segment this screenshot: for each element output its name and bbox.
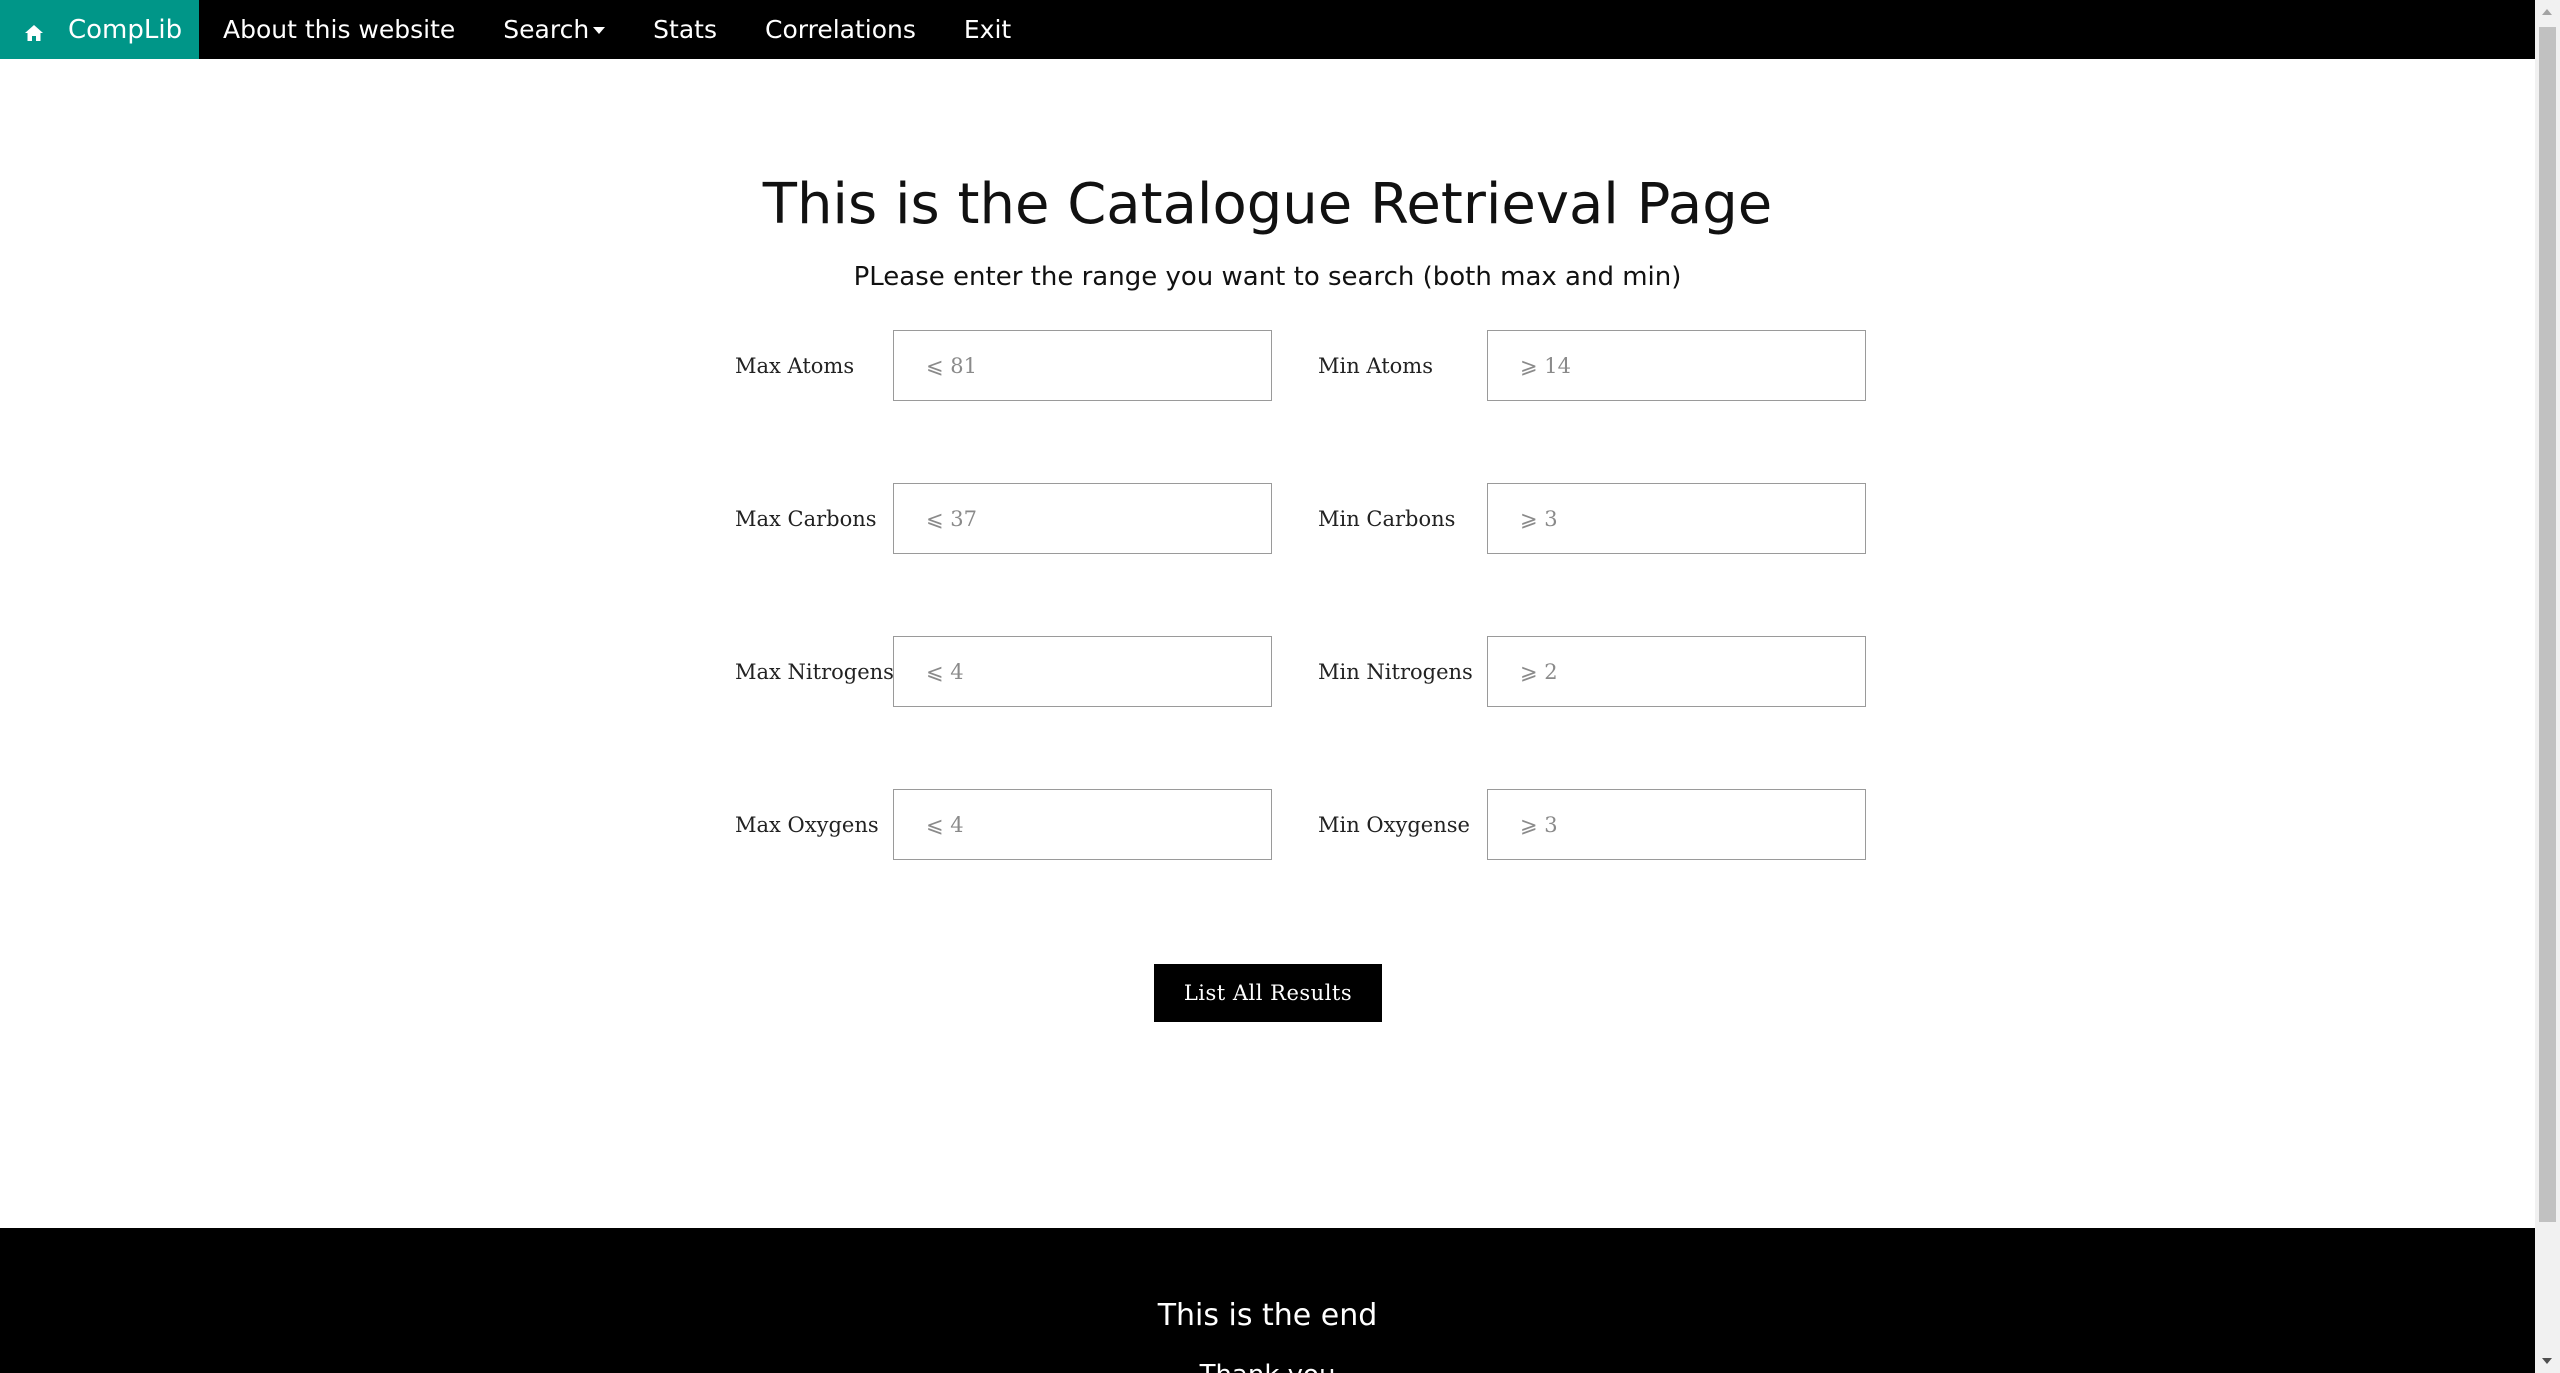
min-oxygens-field-wrapper xyxy=(1487,789,1866,860)
min-nitrogens-input[interactable] xyxy=(1488,637,1865,706)
max-atoms-field-wrapper xyxy=(893,330,1272,401)
nav-exit[interactable]: Exit xyxy=(940,0,1035,59)
footer-title: This is the end xyxy=(1157,1298,1378,1333)
home-icon xyxy=(24,20,44,41)
nav-exit-label: Exit xyxy=(963,15,1012,44)
min-atoms-label: Min Atoms xyxy=(1318,354,1433,378)
min-carbons-field-wrapper xyxy=(1487,483,1866,554)
max-oxygens-label: Max Oxygens xyxy=(735,813,879,837)
max-nitrogens-field-wrapper xyxy=(893,636,1272,707)
max-oxygens-field-wrapper xyxy=(893,789,1272,860)
min-nitrogens-field-wrapper xyxy=(1487,636,1866,707)
nav-correlations-label: Correlations xyxy=(765,15,916,44)
max-oxygens-input[interactable] xyxy=(894,790,1271,859)
max-nitrogens-label: Max Nitrogens xyxy=(735,660,894,684)
caret-down-icon xyxy=(593,27,606,34)
list-all-results-button[interactable]: List All Results xyxy=(1154,964,1382,1022)
nav-stats-label: Stats xyxy=(653,15,717,44)
nav-search-label: Search xyxy=(503,15,590,44)
nav-search-dropdown[interactable]: Search xyxy=(479,0,629,59)
scroll-down-arrow-icon[interactable] xyxy=(2542,1358,2552,1364)
nav-stats[interactable]: Stats xyxy=(629,0,741,59)
max-atoms-input[interactable] xyxy=(894,331,1271,400)
max-carbons-input[interactable] xyxy=(894,484,1271,553)
max-carbons-label: Max Carbons xyxy=(735,507,877,531)
nav-about[interactable]: About this website xyxy=(199,0,479,59)
min-carbons-label: Min Carbons xyxy=(1318,507,1456,531)
scroll-up-arrow-icon[interactable] xyxy=(2542,9,2552,15)
vertical-scrollbar[interactable] xyxy=(2535,0,2560,1373)
footer: This is the end Thank you xyxy=(0,1228,2535,1373)
brand-label: CompLib xyxy=(68,14,183,45)
min-oxygens-label: Min Oxygense xyxy=(1318,813,1470,837)
scrollbar-thumb[interactable] xyxy=(2539,27,2556,1222)
max-nitrogens-input[interactable] xyxy=(894,637,1271,706)
top-navbar: CompLib About this website Search Stats … xyxy=(0,0,2535,59)
max-carbons-field-wrapper xyxy=(893,483,1272,554)
page-subtitle: PLease enter the range you want to searc… xyxy=(853,262,1682,292)
home-link[interactable]: CompLib xyxy=(0,0,199,59)
nav-about-label: About this website xyxy=(223,15,456,44)
min-nitrogens-label: Min Nitrogens xyxy=(1318,660,1473,684)
nav-correlations[interactable]: Correlations xyxy=(741,0,940,59)
page: CompLib About this website Search Stats … xyxy=(0,0,2535,1373)
max-atoms-label: Max Atoms xyxy=(735,354,855,378)
page-title: This is the Catalogue Retrieval Page xyxy=(762,172,1773,237)
min-carbons-input[interactable] xyxy=(1488,484,1865,553)
footer-subtitle: Thank you xyxy=(0,1360,2535,1373)
min-atoms-input[interactable] xyxy=(1488,331,1865,400)
min-atoms-field-wrapper xyxy=(1487,330,1866,401)
min-oxygens-input[interactable] xyxy=(1488,790,1865,859)
